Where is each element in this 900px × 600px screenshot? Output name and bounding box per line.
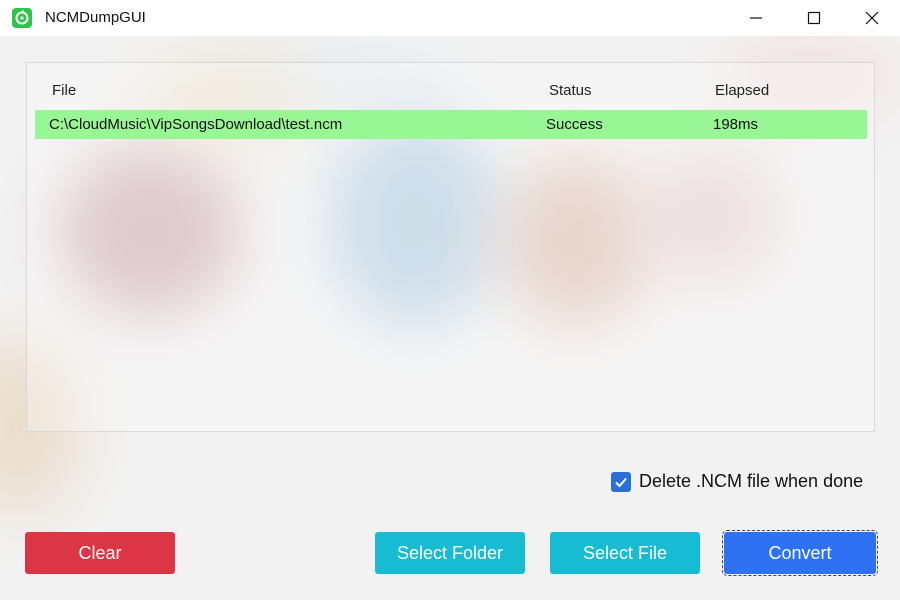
- netease-music-icon: [12, 8, 32, 28]
- delete-ncm-checkbox[interactable]: [611, 472, 631, 492]
- file-list-row[interactable]: C:\CloudMusic\VipSongsDownload\test.ncm …: [35, 110, 867, 139]
- maximize-icon: [807, 11, 821, 25]
- delete-ncm-label[interactable]: Delete .NCM file when done: [639, 471, 863, 492]
- column-header-elapsed[interactable]: Elapsed: [715, 82, 769, 99]
- column-header-status[interactable]: Status: [549, 82, 592, 99]
- convert-button[interactable]: Convert: [722, 530, 878, 576]
- column-header-file[interactable]: File: [52, 82, 76, 99]
- clear-button[interactable]: Clear: [25, 532, 175, 574]
- maximize-button[interactable]: [785, 0, 843, 36]
- elapsed-cell: 198ms: [713, 116, 759, 133]
- close-button[interactable]: [843, 0, 900, 36]
- window-title: NCMDumpGUI: [45, 9, 146, 26]
- select-file-button[interactable]: Select File: [550, 532, 700, 574]
- checkmark-icon: [615, 477, 627, 488]
- file-list[interactable]: File Status Elapsed C:\CloudMusic\VipSon…: [26, 62, 875, 432]
- app-window: NCMDumpGUI File Status Elapsed C:\CloudM…: [0, 0, 900, 600]
- close-icon: [865, 11, 879, 25]
- minimize-button[interactable]: [727, 0, 785, 36]
- file-path-cell: C:\CloudMusic\VipSongsDownload\test.ncm: [49, 116, 343, 133]
- title-bar: NCMDumpGUI: [0, 0, 900, 36]
- minimize-icon: [750, 17, 762, 19]
- select-folder-button[interactable]: Select Folder: [375, 532, 525, 574]
- status-cell: Success: [546, 116, 603, 133]
